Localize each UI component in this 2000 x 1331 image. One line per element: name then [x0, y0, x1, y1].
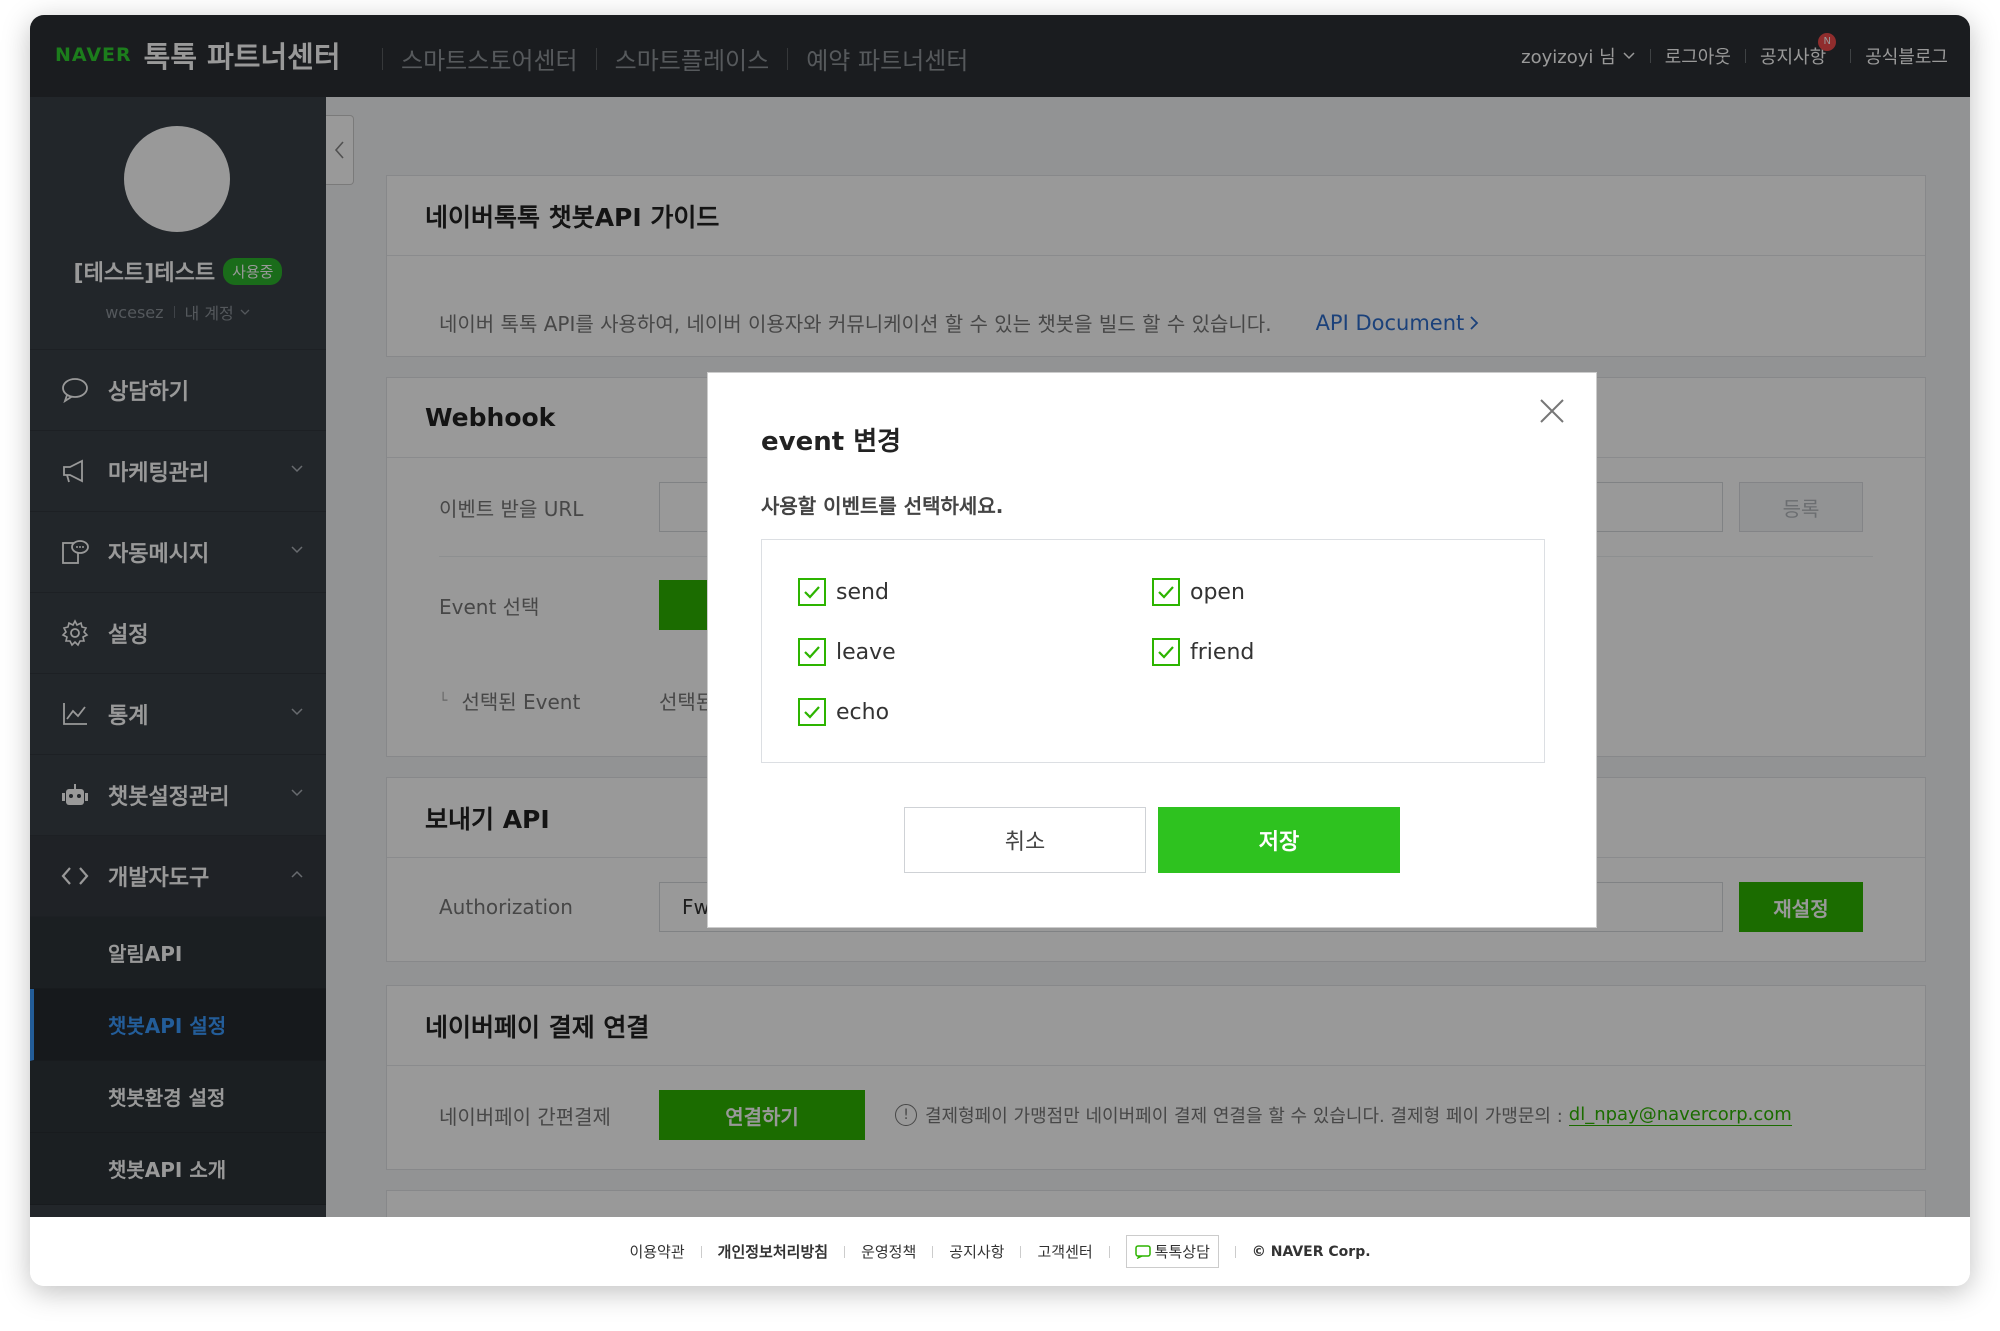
event-checkbox-send[interactable]: send [798, 578, 889, 606]
footer-notice[interactable]: 공지사항 [949, 1241, 1004, 1262]
event-checkbox-echo[interactable]: echo [798, 698, 889, 726]
close-icon[interactable] [1536, 395, 1568, 427]
event-label: leave [836, 639, 896, 665]
event-modal: event 변경 사용할 이벤트를 선택하세요. send open leave… [707, 372, 1597, 928]
divider [844, 1245, 846, 1258]
checkbox-checked-icon [798, 638, 826, 666]
divider [700, 1245, 702, 1258]
talk-label: 톡톡상담 [1154, 1243, 1210, 1261]
event-checkbox-open[interactable]: open [1152, 578, 1245, 606]
talk-icon [1134, 1244, 1151, 1259]
divider [1234, 1245, 1236, 1258]
event-checkbox-friend[interactable]: friend [1152, 638, 1254, 666]
footer-talk-button[interactable]: 톡톡상담 [1125, 1235, 1219, 1268]
event-label: echo [836, 699, 890, 725]
modal-title: event 변경 [761, 427, 902, 457]
footer-help[interactable]: 고객센터 [1037, 1241, 1092, 1262]
save-button[interactable]: 저장 [1158, 807, 1400, 873]
checkbox-checked-icon [1152, 638, 1180, 666]
checkbox-checked-icon [1152, 578, 1180, 606]
footer-terms[interactable]: 이용약관 [629, 1241, 684, 1262]
footer: 이용약관 개인정보처리방침 운영정책 공지사항 고객센터 톡톡상담 © NAVE… [30, 1217, 1970, 1286]
footer-policy[interactable]: 운영정책 [861, 1241, 916, 1262]
footer-privacy[interactable]: 개인정보처리방침 [718, 1241, 828, 1262]
cancel-button[interactable]: 취소 [904, 807, 1146, 873]
checkbox-checked-icon [798, 578, 826, 606]
divider [1020, 1245, 1022, 1258]
event-checkbox-leave[interactable]: leave [798, 638, 896, 666]
checkbox-checked-icon [798, 698, 826, 726]
event-label: friend [1190, 639, 1255, 665]
modal-description: 사용할 이벤트를 선택하세요. [761, 494, 1004, 518]
divider [1108, 1245, 1110, 1258]
event-label: send [836, 579, 889, 605]
divider [932, 1245, 934, 1258]
event-label: open [1190, 579, 1245, 605]
event-options: send open leave friend echo [761, 539, 1545, 763]
copyright: © NAVER Corp. [1251, 1243, 1371, 1260]
app-window: NAVER 톡톡 파트너센터 스마트스토어센터 스마트플레이스 예약 파트너센터… [30, 15, 1970, 1286]
